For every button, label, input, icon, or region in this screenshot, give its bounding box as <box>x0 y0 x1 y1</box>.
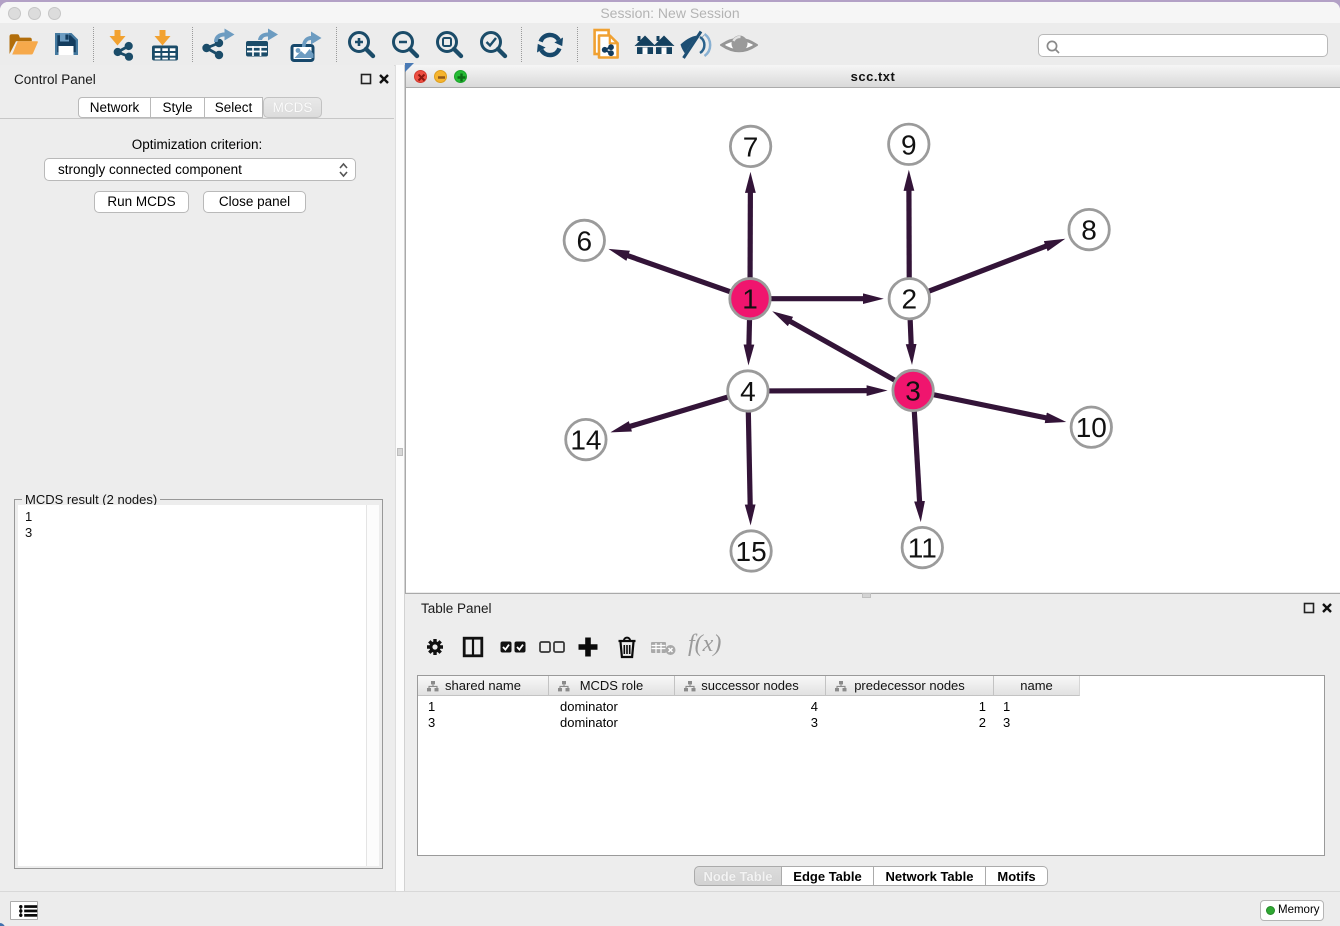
svg-text:8: 8 <box>1081 215 1097 246</box>
svg-text:11: 11 <box>908 533 937 564</box>
svg-text:1: 1 <box>742 284 758 315</box>
svg-text:3: 3 <box>905 376 921 407</box>
svg-text:10: 10 <box>1076 412 1107 443</box>
svg-text:2: 2 <box>902 284 918 315</box>
svg-text:4: 4 <box>740 376 756 407</box>
svg-text:15: 15 <box>736 536 767 567</box>
svg-text:9: 9 <box>901 129 917 160</box>
svg-text:14: 14 <box>570 425 601 456</box>
svg-text:7: 7 <box>743 131 759 162</box>
svg-text:6: 6 <box>577 225 593 256</box>
